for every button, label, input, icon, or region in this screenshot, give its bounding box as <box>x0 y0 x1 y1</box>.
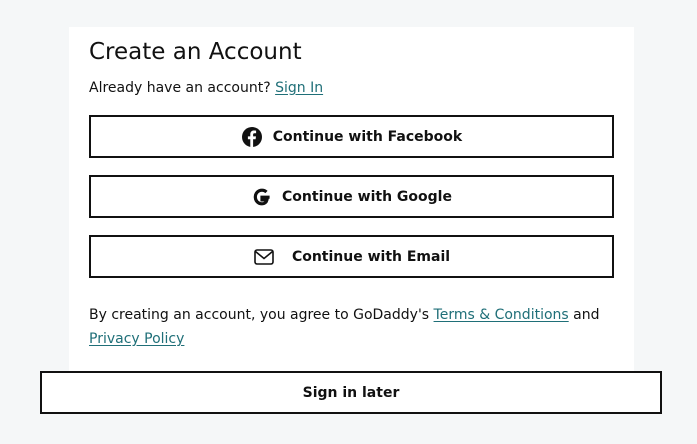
mail-icon <box>253 246 275 268</box>
legal-notice: By creating an account, you agree to GoD… <box>89 303 619 351</box>
legal-conjunction: and <box>573 307 600 323</box>
terms-and-conditions-link[interactable]: Terms & Conditions <box>434 307 569 323</box>
continue-with-email-button[interactable]: Continue with Email <box>89 235 614 278</box>
continue-with-google-button[interactable]: Continue with Google <box>89 175 614 218</box>
continue-with-facebook-button[interactable]: Continue with Facebook <box>89 115 614 158</box>
google-icon <box>251 186 273 208</box>
privacy-policy-link[interactable]: Privacy Policy <box>89 331 184 347</box>
sign-in-later-label: Sign in later <box>302 384 400 401</box>
legal-text: By creating an account, you agree to GoD… <box>89 307 430 323</box>
email-button-label: Continue with Email <box>291 248 451 265</box>
sign-in-link[interactable]: Sign In <box>275 80 323 96</box>
facebook-icon <box>241 126 263 148</box>
page-title: Create an Account <box>89 39 302 65</box>
google-button-label: Continue with Google <box>282 188 452 205</box>
sign-in-later-button[interactable]: Sign in later <box>40 371 662 414</box>
already-have-account-text: Already have an account? <box>89 80 271 96</box>
signup-card: Create an Account Already have an accoun… <box>69 27 634 382</box>
sign-in-prompt: Already have an account? Sign In <box>89 78 323 98</box>
facebook-button-label: Continue with Facebook <box>272 128 463 145</box>
